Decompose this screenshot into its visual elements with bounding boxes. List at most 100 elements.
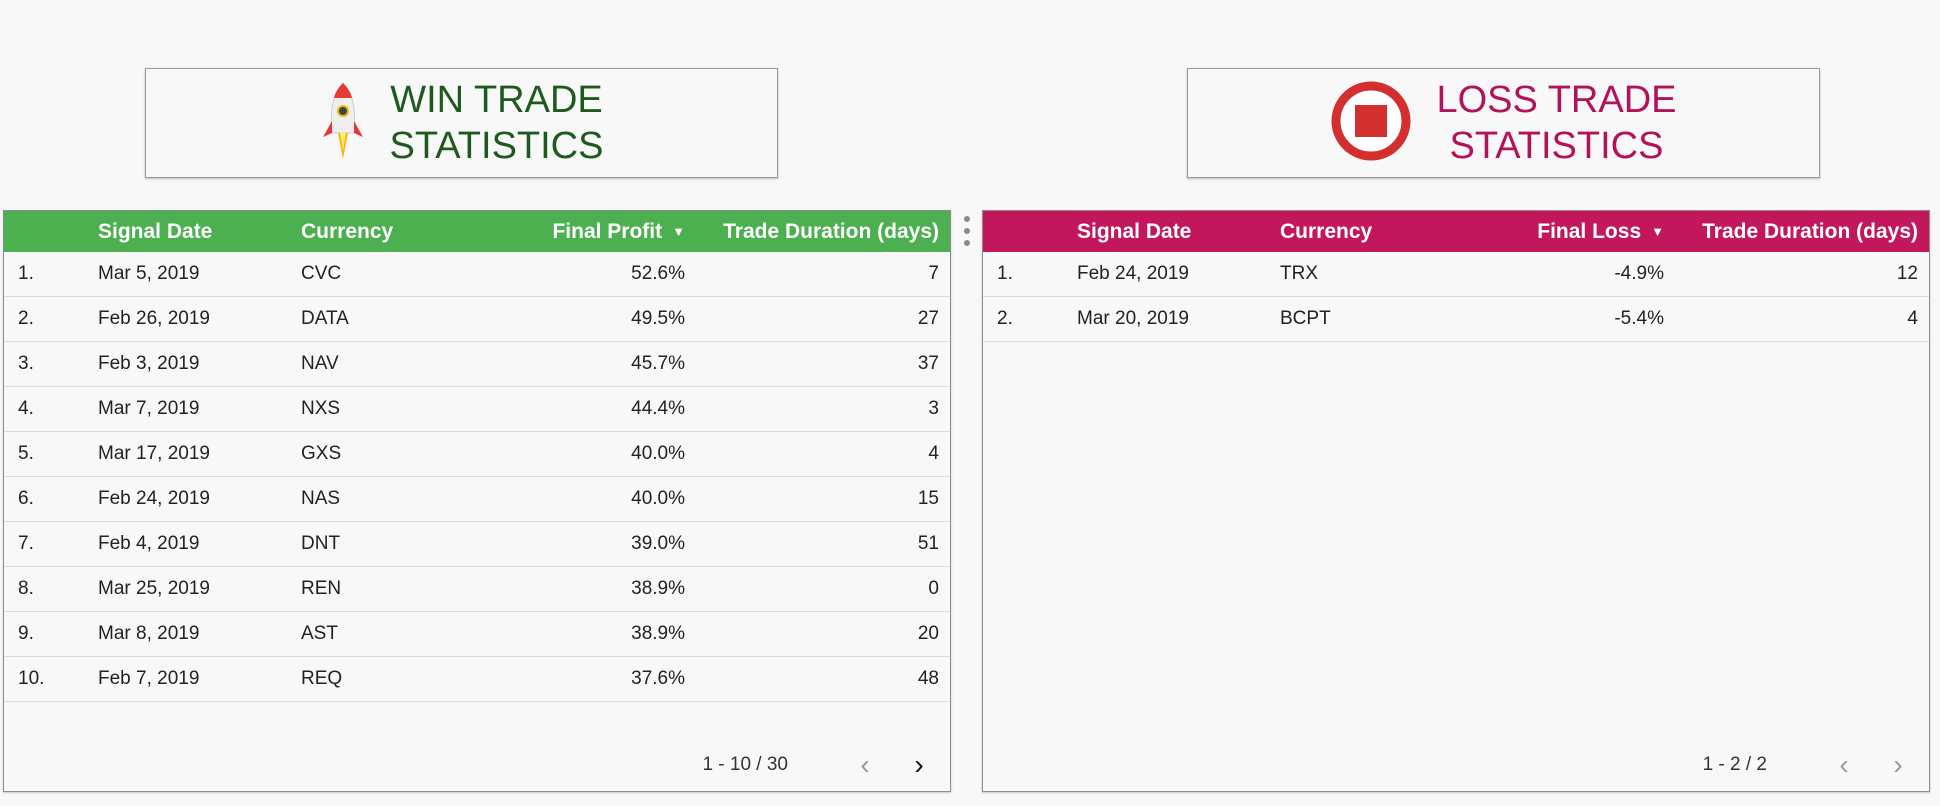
loss-table-body: 1. Feb 24, 2019 TRX -4.9% 12 2. Mar 20, 2019 BC…	[983, 252, 1929, 342]
currency-cell: CVC	[301, 263, 342, 284]
currency-cell: NXS	[301, 398, 341, 419]
signal-date-cell: Mar 8, 2019	[98, 623, 200, 644]
table-row: 8. Mar 25, 2019 REN 38.9% 0	[4, 567, 950, 612]
signal-date-cell: Feb 7, 2019	[98, 668, 200, 689]
trade-duration-cell: 48	[917, 668, 939, 689]
next-page-icon[interactable]: ›	[1883, 751, 1913, 779]
currency-header[interactable]: Currency	[287, 220, 497, 244]
table-row: 9. Mar 8, 2019 AST 38.9% 20	[4, 612, 950, 657]
signal-date-cell: Mar 7, 2019	[98, 398, 200, 419]
row-index: 3.	[18, 353, 34, 374]
currency-cell: BCPT	[1280, 308, 1331, 329]
trade-duration-header[interactable]: Trade Duration (days)	[1676, 220, 1929, 244]
currency-cell: TRX	[1280, 263, 1318, 284]
row-index: 10.	[18, 668, 45, 689]
signal-date-cell: Mar 5, 2019	[98, 263, 200, 284]
final-profit-cell: 45.7%	[631, 353, 685, 374]
row-index: 2.	[997, 308, 1013, 329]
table-row: 6. Feb 24, 2019 NAS 40.0% 15	[4, 477, 950, 522]
currency-cell: AST	[301, 623, 338, 644]
trade-duration-cell: 51	[917, 533, 939, 554]
row-index: 7.	[18, 533, 34, 554]
trade-duration-cell: 7	[928, 263, 939, 284]
table-row: 1. Feb 24, 2019 TRX -4.9% 12	[983, 252, 1929, 297]
prev-page-icon[interactable]: ‹	[1829, 751, 1859, 779]
row-index: 6.	[18, 488, 34, 509]
table-row: 2. Feb 26, 2019 DATA 49.5% 27	[4, 297, 950, 342]
currency-cell: NAV	[301, 353, 339, 374]
final-profit-cell: 39.0%	[631, 533, 685, 554]
rocket-icon	[320, 81, 366, 166]
prev-page-icon[interactable]: ‹	[850, 751, 880, 779]
final-loss-header[interactable]: Final Loss ▼	[1476, 220, 1676, 244]
win-pager: 1 - 10 / 30 ‹ ›	[702, 747, 934, 783]
final-profit-cell: 49.5%	[631, 308, 685, 329]
trade-duration-cell: 0	[928, 578, 939, 599]
trade-duration-header[interactable]: Trade Duration (days)	[697, 220, 950, 244]
trade-duration-cell: 27	[917, 308, 939, 329]
row-index: 1.	[18, 263, 34, 284]
final-profit-cell: 38.9%	[631, 578, 685, 599]
signal-date-header[interactable]: Signal Date	[84, 220, 287, 244]
final-profit-header[interactable]: Final Profit ▼	[497, 220, 697, 244]
final-profit-cell: 40.0%	[631, 443, 685, 464]
signal-date-cell: Mar 25, 2019	[98, 578, 210, 599]
loss-table-header: Signal Date Currency Final Loss ▼ Trade D…	[983, 211, 1929, 252]
final-profit-cell: 40.0%	[631, 488, 685, 509]
currency-cell: REN	[301, 578, 342, 599]
trade-duration-cell: 3	[928, 398, 939, 419]
row-index: 4.	[18, 398, 34, 419]
sort-desc-icon: ▼	[672, 224, 685, 240]
win-title: WIN TRADE STATISTICS	[389, 79, 604, 167]
loss-table: Signal Date Currency Final Loss ▼ Trade D…	[982, 210, 1930, 792]
trade-duration-cell: 37	[917, 353, 939, 374]
next-page-icon[interactable]: ›	[904, 751, 934, 779]
table-row: 10. Feb 7, 2019 REQ 37.6% 48	[4, 657, 950, 702]
row-index: 8.	[18, 578, 34, 599]
trade-duration-cell: 20	[917, 623, 939, 644]
row-index: 2.	[18, 308, 34, 329]
currency-cell: DATA	[301, 308, 349, 329]
loss-title: LOSS TRADE STATISTICS	[1436, 79, 1677, 167]
currency-cell: GXS	[301, 443, 342, 464]
final-loss-cell: -5.4%	[1614, 308, 1664, 329]
loss-title-card: LOSS TRADE STATISTICS	[1187, 68, 1820, 178]
final-profit-cell: 52.6%	[631, 263, 685, 284]
sort-desc-icon: ▼	[1651, 224, 1664, 240]
currency-cell: REQ	[301, 668, 343, 689]
loss-pager: 1 - 2 / 2 ‹ ›	[1703, 747, 1913, 783]
table-row: 3. Feb 3, 2019 NAV 45.7% 37	[4, 342, 950, 387]
signal-date-header[interactable]: Signal Date	[1063, 220, 1266, 244]
currency-cell: DNT	[301, 533, 341, 554]
final-profit-cell: 38.9%	[631, 623, 685, 644]
signal-date-cell: Mar 17, 2019	[98, 443, 210, 464]
pager-range: 1 - 2 / 2	[1702, 754, 1767, 775]
row-index: 5.	[18, 443, 34, 464]
table-row: 2. Mar 20, 2019 BCPT -5.4% 4	[983, 297, 1929, 342]
table-row: 1. Mar 5, 2019 CVC 52.6% 7	[4, 252, 950, 297]
table-row: 7. Feb 4, 2019 DNT 39.0% 51	[4, 522, 950, 567]
win-table: Signal Date Currency Final Profit ▼ Trade…	[3, 210, 951, 792]
table-row: 4. Mar 7, 2019 NXS 44.4% 3	[4, 387, 950, 432]
signal-date-cell: Feb 24, 2019	[98, 488, 210, 509]
signal-date-cell: Feb 4, 2019	[98, 533, 200, 554]
currency-cell: NAS	[301, 488, 341, 509]
win-table-body: 1. Mar 5, 2019 CVC 52.6% 7 2. Feb 26, 2019 DATA…	[4, 252, 950, 702]
pager-range: 1 - 10 / 30	[702, 754, 788, 775]
row-index: 1.	[997, 263, 1013, 284]
trade-duration-cell: 4	[1907, 308, 1918, 329]
win-table-header: Signal Date Currency Final Profit ▼ Trade…	[4, 211, 950, 252]
win-title-card: WIN TRADE STATISTICS	[145, 68, 778, 178]
drag-handle-icon[interactable]	[963, 216, 971, 246]
currency-header[interactable]: Currency	[1266, 220, 1476, 244]
trade-duration-cell: 15	[917, 488, 939, 509]
trade-duration-cell: 12	[1896, 263, 1918, 284]
stop-icon	[1330, 80, 1412, 167]
final-loss-cell: -4.9%	[1614, 263, 1664, 284]
signal-date-cell: Mar 20, 2019	[1077, 308, 1189, 329]
table-row: 5. Mar 17, 2019 GXS 40.0% 4	[4, 432, 950, 477]
trade-duration-cell: 4	[928, 443, 939, 464]
signal-date-cell: Feb 26, 2019	[98, 308, 210, 329]
signal-date-cell: Feb 24, 2019	[1077, 263, 1189, 284]
row-index: 9.	[18, 623, 34, 644]
